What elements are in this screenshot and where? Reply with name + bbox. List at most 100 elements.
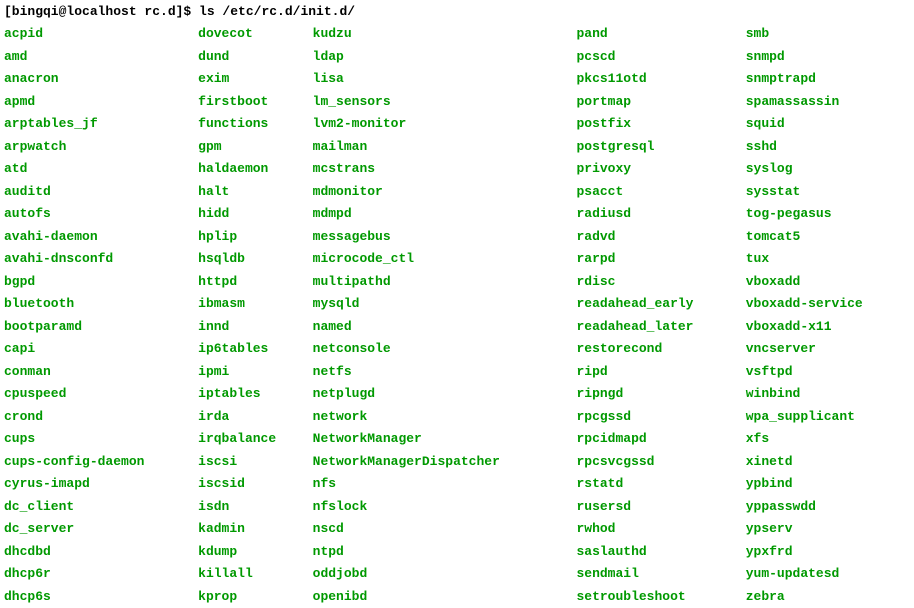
file-entry: rpcidmapd xyxy=(576,428,745,451)
file-entry: ntpd xyxy=(313,541,577,564)
file-entry: pkcs11otd xyxy=(576,68,745,91)
file-entry: conman xyxy=(4,361,198,384)
file-entry: avahi-dnsconfd xyxy=(4,248,198,271)
file-entry: ip6tables xyxy=(198,338,313,361)
file-entry: dund xyxy=(198,46,313,69)
file-entry: squid xyxy=(746,113,910,136)
file-entry: yppasswdd xyxy=(746,496,910,519)
file-entry: functions xyxy=(198,113,313,136)
file-entry: killall xyxy=(198,563,313,586)
file-entry: crond xyxy=(4,406,198,429)
file-entry: rpcsvcgssd xyxy=(576,451,745,474)
file-entry: dc_client xyxy=(4,496,198,519)
file-entry: readahead_early xyxy=(576,293,745,316)
file-entry: dovecot xyxy=(198,23,313,46)
file-entry: isdn xyxy=(198,496,313,519)
file-entry: vboxadd xyxy=(746,271,910,294)
file-entry: portmap xyxy=(576,91,745,114)
file-entry: dhcp6s xyxy=(4,586,198,608)
file-entry: ipmi xyxy=(198,361,313,384)
file-entry: rpcgssd xyxy=(576,406,745,429)
file-entry: firstboot xyxy=(198,91,313,114)
file-entry: tomcat5 xyxy=(746,226,910,249)
file-entry: snmpd xyxy=(746,46,910,69)
file-entry: rdisc xyxy=(576,271,745,294)
file-entry: radiusd xyxy=(576,203,745,226)
file-entry: kudzu xyxy=(313,23,577,46)
file-entry: mdmpd xyxy=(313,203,577,226)
file-entry: named xyxy=(313,316,577,339)
file-entry: bootparamd xyxy=(4,316,198,339)
file-entry: yum-updatesd xyxy=(746,563,910,586)
file-entry: snmptrapd xyxy=(746,68,910,91)
file-entry: lisa xyxy=(313,68,577,91)
file-entry: spamassassin xyxy=(746,91,910,114)
shell-prompt: [bingqi@localhost rc.d]$ ls /etc/rc.d/in… xyxy=(4,4,910,19)
file-entry: capi xyxy=(4,338,198,361)
file-entry: atd xyxy=(4,158,198,181)
listing-column-5: smbsnmpdsnmptrapdspamassassinsquidsshdsy… xyxy=(746,23,910,608)
file-entry: winbind xyxy=(746,383,910,406)
listing-column-3: kudzuldaplisalm_sensorslvm2-monitormailm… xyxy=(313,23,577,608)
file-entry: ibmasm xyxy=(198,293,313,316)
file-entry: apmd xyxy=(4,91,198,114)
file-entry: mcstrans xyxy=(313,158,577,181)
file-entry: mysqld xyxy=(313,293,577,316)
file-entry: ypserv xyxy=(746,518,910,541)
file-entry: messagebus xyxy=(313,226,577,249)
file-entry: sshd xyxy=(746,136,910,159)
file-entry: netfs xyxy=(313,361,577,384)
file-entry: irqbalance xyxy=(198,428,313,451)
file-entry: postgresql xyxy=(576,136,745,159)
file-entry: avahi-daemon xyxy=(4,226,198,249)
file-entry: innd xyxy=(198,316,313,339)
listing-column-1: acpidamdanacronapmdarptables_jfarpwatcha… xyxy=(4,23,198,608)
file-entry: hplip xyxy=(198,226,313,249)
file-entry: wpa_supplicant xyxy=(746,406,910,429)
file-entry: auditd xyxy=(4,181,198,204)
file-entry: zebra xyxy=(746,586,910,608)
file-entry: bgpd xyxy=(4,271,198,294)
file-entry: iptables xyxy=(198,383,313,406)
file-entry: hsqldb xyxy=(198,248,313,271)
file-entry: network xyxy=(313,406,577,429)
file-entry: lvm2-monitor xyxy=(313,113,577,136)
file-entry: nfslock xyxy=(313,496,577,519)
file-entry: openibd xyxy=(313,586,577,608)
file-entry: setroubleshoot xyxy=(576,586,745,608)
file-entry: radvd xyxy=(576,226,745,249)
file-entry: nscd xyxy=(313,518,577,541)
file-entry: haldaemon xyxy=(198,158,313,181)
file-entry: vncserver xyxy=(746,338,910,361)
file-entry: exim xyxy=(198,68,313,91)
file-entry: microcode_ctl xyxy=(313,248,577,271)
file-entry: dhcp6r xyxy=(4,563,198,586)
file-entry: gpm xyxy=(198,136,313,159)
file-entry: rwhod xyxy=(576,518,745,541)
file-entry: acpid xyxy=(4,23,198,46)
file-entry: sendmail xyxy=(576,563,745,586)
file-entry: bluetooth xyxy=(4,293,198,316)
file-entry: kprop xyxy=(198,586,313,608)
file-entry: ypbind xyxy=(746,473,910,496)
file-entry: ripd xyxy=(576,361,745,384)
file-entry: xinetd xyxy=(746,451,910,474)
file-entry: ypxfrd xyxy=(746,541,910,564)
file-entry: httpd xyxy=(198,271,313,294)
file-entry: netconsole xyxy=(313,338,577,361)
file-entry: readahead_later xyxy=(576,316,745,339)
file-entry: cpuspeed xyxy=(4,383,198,406)
file-entry: dhcdbd xyxy=(4,541,198,564)
file-entry: rusersd xyxy=(576,496,745,519)
file-entry: oddjobd xyxy=(313,563,577,586)
file-entry: iscsid xyxy=(198,473,313,496)
file-entry: cups-config-daemon xyxy=(4,451,198,474)
file-entry: restorecond xyxy=(576,338,745,361)
file-entry: irda xyxy=(198,406,313,429)
file-entry: syslog xyxy=(746,158,910,181)
file-entry: pand xyxy=(576,23,745,46)
file-entry: smb xyxy=(746,23,910,46)
file-entry: dc_server xyxy=(4,518,198,541)
file-entry: kdump xyxy=(198,541,313,564)
file-entry: NetworkManagerDispatcher xyxy=(313,451,577,474)
